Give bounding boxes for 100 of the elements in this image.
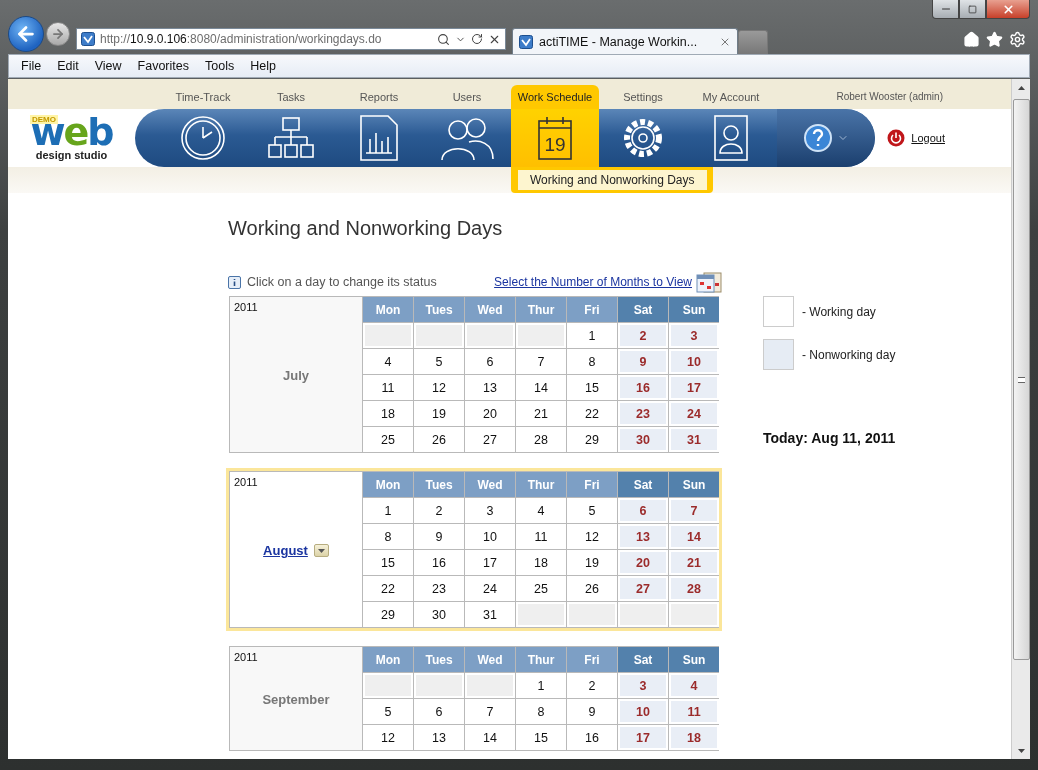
day-cell[interactable]: 3 xyxy=(465,498,515,523)
day-cell[interactable]: 19 xyxy=(567,550,617,575)
menu-item[interactable]: Tools xyxy=(197,59,243,73)
nav-tab[interactable]: My Account xyxy=(687,85,775,109)
menu-item[interactable]: Favorites xyxy=(129,59,197,73)
day-cell[interactable]: 21 xyxy=(669,550,719,575)
day-cell[interactable]: 18 xyxy=(516,550,566,575)
day-cell[interactable]: 13 xyxy=(465,375,515,400)
day-cell[interactable]: 12 xyxy=(363,725,413,750)
day-cell[interactable]: 30 xyxy=(414,602,464,627)
logout-link[interactable]: Logout xyxy=(887,129,945,147)
home-icon[interactable] xyxy=(963,31,980,48)
day-cell[interactable]: 22 xyxy=(567,401,617,426)
day-cell[interactable]: 1 xyxy=(516,673,566,698)
day-cell[interactable]: 12 xyxy=(567,524,617,549)
menu-item[interactable]: File xyxy=(13,59,50,73)
day-cell[interactable]: 15 xyxy=(363,550,413,575)
day-cell[interactable]: 4 xyxy=(516,498,566,523)
day-cell[interactable]: 11 xyxy=(363,375,413,400)
maximize-button[interactable] xyxy=(959,0,986,19)
months-link[interactable]: Select the Number of Months to View xyxy=(494,275,692,289)
day-cell[interactable]: 7 xyxy=(465,699,515,724)
day-cell[interactable]: 2 xyxy=(618,323,668,348)
scroll-thumb[interactable] xyxy=(1012,99,1030,660)
close-button[interactable] xyxy=(986,0,1030,19)
address-field[interactable]: http://10.9.0.106:8080/administration/workingdays.do xyxy=(76,28,506,50)
day-cell[interactable]: 10 xyxy=(618,699,668,724)
day-cell[interactable]: 18 xyxy=(669,725,719,750)
day-cell[interactable]: 5 xyxy=(363,699,413,724)
day-cell[interactable]: 18 xyxy=(363,401,413,426)
day-cell[interactable]: 11 xyxy=(669,699,719,724)
day-cell[interactable]: 4 xyxy=(363,349,413,374)
scroll-up-arrow-icon[interactable] xyxy=(1017,85,1025,90)
menu-item[interactable]: Edit xyxy=(49,59,87,73)
day-cell[interactable]: 11 xyxy=(516,524,566,549)
back-button[interactable] xyxy=(8,16,44,52)
day-cell[interactable]: 2 xyxy=(567,673,617,698)
day-cell[interactable]: 13 xyxy=(618,524,668,549)
day-cell[interactable]: 21 xyxy=(516,401,566,426)
nav-tab[interactable]: Users xyxy=(423,85,511,109)
day-cell[interactable]: 24 xyxy=(465,576,515,601)
day-cell[interactable]: 29 xyxy=(363,602,413,627)
day-cell[interactable]: 25 xyxy=(516,576,566,601)
day-cell[interactable]: 26 xyxy=(414,427,464,452)
day-cell[interactable]: 15 xyxy=(516,725,566,750)
menu-item[interactable]: Help xyxy=(242,59,284,73)
day-cell[interactable]: 14 xyxy=(465,725,515,750)
day-cell[interactable]: 3 xyxy=(618,673,668,698)
day-cell[interactable]: 28 xyxy=(669,576,719,601)
day-cell[interactable]: 31 xyxy=(465,602,515,627)
vertical-scrollbar[interactable] xyxy=(1011,79,1030,759)
day-cell[interactable]: 7 xyxy=(669,498,719,523)
day-cell[interactable]: 23 xyxy=(618,401,668,426)
submenu-item[interactable]: Working and Nonworking Days xyxy=(518,170,707,190)
day-cell[interactable]: 6 xyxy=(414,699,464,724)
day-cell[interactable]: 4 xyxy=(669,673,719,698)
day-cell[interactable]: 1 xyxy=(363,498,413,523)
nav-tab[interactable]: Time-Track xyxy=(159,85,247,109)
forward-button[interactable] xyxy=(46,22,70,46)
day-cell[interactable]: 27 xyxy=(465,427,515,452)
day-cell[interactable]: 28 xyxy=(516,427,566,452)
refresh-button[interactable] xyxy=(471,33,483,45)
day-cell[interactable]: 14 xyxy=(516,375,566,400)
calendar-icon[interactable] xyxy=(696,271,722,293)
day-cell[interactable]: 17 xyxy=(465,550,515,575)
day-cell[interactable]: 19 xyxy=(414,401,464,426)
nav-tab[interactable]: Tasks xyxy=(247,85,335,109)
day-cell[interactable]: 10 xyxy=(465,524,515,549)
day-cell[interactable]: 17 xyxy=(618,725,668,750)
day-cell[interactable]: 17 xyxy=(669,375,719,400)
day-cell[interactable]: 29 xyxy=(567,427,617,452)
settings-icon[interactable] xyxy=(1009,31,1026,48)
day-cell[interactable]: 8 xyxy=(516,699,566,724)
nav-tab[interactable]: Settings xyxy=(599,85,687,109)
nav-icon-button[interactable]: 19 xyxy=(511,109,599,167)
scroll-down-arrow-icon[interactable] xyxy=(1017,748,1025,753)
day-cell[interactable]: 20 xyxy=(465,401,515,426)
day-cell[interactable]: 14 xyxy=(669,524,719,549)
day-cell[interactable]: 24 xyxy=(669,401,719,426)
day-cell[interactable]: 23 xyxy=(414,576,464,601)
day-cell[interactable]: 9 xyxy=(567,699,617,724)
day-cell[interactable]: 6 xyxy=(465,349,515,374)
nav-tab[interactable]: Work Schedule xyxy=(511,85,599,109)
browser-tab[interactable]: actiTIME - Manage Workin... xyxy=(512,28,738,54)
menu-item[interactable]: View xyxy=(86,59,130,73)
day-cell[interactable]: 16 xyxy=(618,375,668,400)
day-cell[interactable]: 20 xyxy=(618,550,668,575)
day-cell[interactable]: 6 xyxy=(618,498,668,523)
day-cell[interactable]: 12 xyxy=(414,375,464,400)
day-cell[interactable]: 2 xyxy=(414,498,464,523)
help-button[interactable] xyxy=(777,109,876,167)
day-cell[interactable]: 16 xyxy=(567,725,617,750)
day-cell[interactable]: 10 xyxy=(669,349,719,374)
minimize-button[interactable] xyxy=(932,0,959,19)
day-cell[interactable]: 30 xyxy=(618,427,668,452)
day-cell[interactable]: 9 xyxy=(618,349,668,374)
day-cell[interactable]: 5 xyxy=(567,498,617,523)
day-cell[interactable]: 27 xyxy=(618,576,668,601)
day-cell[interactable]: 16 xyxy=(414,550,464,575)
day-cell[interactable]: 8 xyxy=(363,524,413,549)
